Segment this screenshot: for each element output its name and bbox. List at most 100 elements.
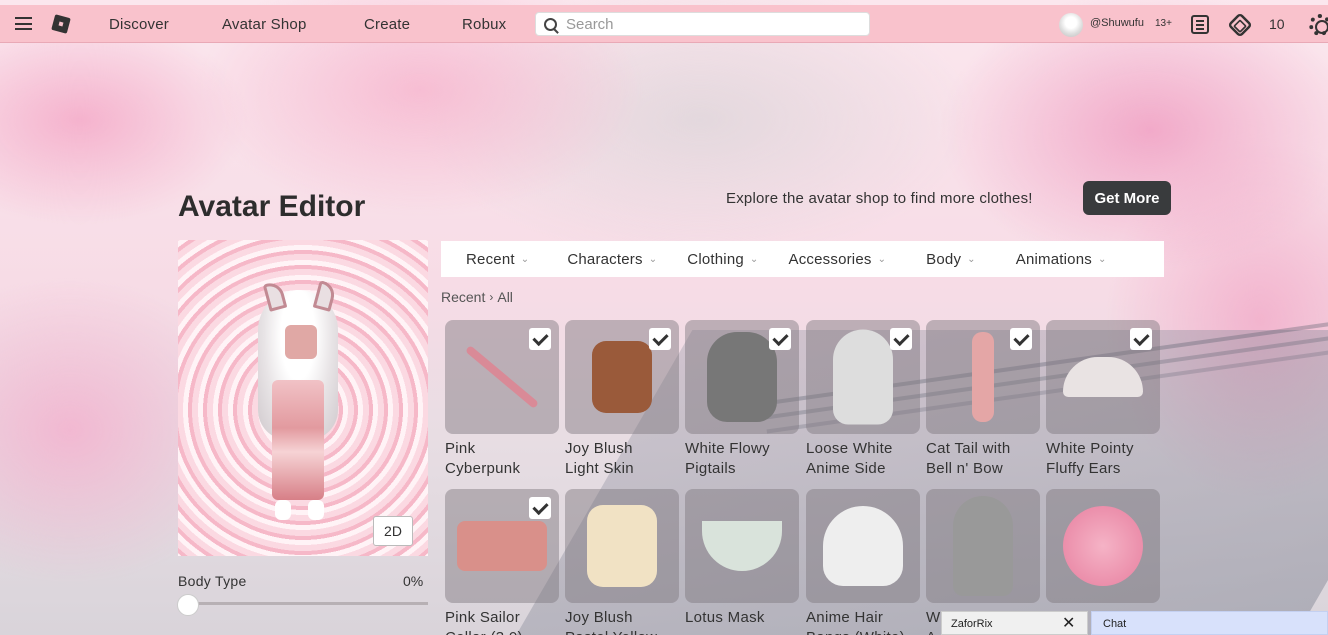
item-card[interactable] [806,489,920,603]
item-name-line: Anime Side [806,460,886,477]
item-thumbnail [592,341,652,413]
item-name-line: Collar (3.0) [445,628,557,635]
search-input[interactable]: Search [535,12,870,36]
top-navigation-bar: Discover Avatar Shop Create Robux Search… [0,5,1328,43]
item-card[interactable] [1046,489,1160,603]
item-name-line: Bell n' Bow [926,460,1004,477]
item-card[interactable] [685,489,799,603]
item-name[interactable]: Pink Sailor Collar (3.0) [445,608,557,635]
tab-characters[interactable]: Characters ⌄ [567,251,657,268]
item-name-line: Cyberpunk [445,460,521,477]
menu-icon[interactable] [15,17,32,30]
item-name-line: Pink Sailor [445,609,520,626]
body-type-slider-handle[interactable] [177,594,199,616]
item-name-line: Pink [445,440,476,457]
item-thumbnail [702,521,782,571]
tab-label: Characters [567,250,643,268]
chevron-down-icon: ⌄ [877,253,887,265]
item-card[interactable] [1046,320,1160,434]
item-thumbnail [1063,506,1143,586]
item-card[interactable] [926,489,1040,603]
item-name[interactable]: White Pointy Fluffy Ears [1046,439,1158,479]
nav-avatar-shop[interactable]: Avatar Shop [222,16,306,33]
item-card[interactable] [685,320,799,434]
chat-tab[interactable]: Chat [1091,611,1328,635]
body-type-label: Body Type [178,573,247,589]
checkmark-icon[interactable] [529,497,551,519]
tab-accessories[interactable]: Accessories ⌄ [789,251,887,268]
item-name[interactable]: Cat Tail with Bell n' Bow [926,439,1038,479]
item-thumbnail [1063,357,1143,397]
breadcrumb-parent[interactable]: Recent [441,289,485,305]
item-name-line: Fluffy Ears [1046,460,1121,477]
item-card[interactable] [926,320,1040,434]
age-badge: 13+ [1155,18,1172,29]
chevron-down-icon: ⌄ [520,253,530,265]
item-name[interactable]: Pink Cyberpunk [445,439,557,479]
gear-icon[interactable] [1309,14,1328,36]
tab-recent[interactable]: Recent ⌄ [466,251,529,268]
item-name-line: Pastel Yellow [565,628,677,635]
item-card[interactable] [806,320,920,434]
body-type-value: 0% [403,573,424,589]
item-name[interactable]: White Flowy Pigtails [685,439,797,479]
item-card[interactable] [565,320,679,434]
chat-label: Chat [1103,618,1127,630]
chevron-down-icon: ⌄ [749,253,759,265]
avatar-face [285,325,317,359]
body-type-slider-track[interactable] [178,602,428,605]
notifications-list-icon[interactable] [1191,15,1209,34]
tab-label: Accessories [788,250,872,268]
avatar-foot-right [308,500,324,520]
checkmark-icon[interactable] [529,328,551,350]
tab-clothing[interactable]: Clothing ⌄ [687,251,758,268]
robux-icon[interactable] [1227,12,1253,38]
explore-text: Explore the avatar shop to find more clo… [726,190,1033,207]
tab-animations[interactable]: Animations ⌄ [1016,251,1107,268]
tab-label: Clothing [687,250,744,268]
search-icon [544,17,557,31]
item-name[interactable]: Loose White Anime Side [806,439,918,479]
close-icon[interactable]: ✕ [1062,616,1075,632]
tab-label: Animations [1015,250,1092,268]
item-card[interactable] [445,489,559,603]
checkmark-icon[interactable] [1010,328,1032,350]
item-card[interactable] [565,489,679,603]
user-avatar[interactable] [1059,13,1083,37]
item-name-line: Anime Hair [806,609,884,626]
item-name[interactable]: Joy Blush Pastel Yellow [565,608,677,635]
username[interactable]: @Shuwufu [1090,17,1144,29]
checkmark-icon[interactable] [1130,328,1152,350]
category-tabs: Recent ⌄ Characters ⌄ Clothing ⌄ Accessorie… [441,241,1164,277]
nav-robux[interactable]: Robux [462,16,506,33]
avatar-foot-left [275,500,291,520]
item-thumbnail [833,329,893,425]
item-name-line: White Pointy [1046,440,1134,457]
breadcrumb-current: All [497,289,513,305]
get-more-button[interactable]: Get More [1083,181,1171,215]
view-2d-toggle[interactable]: 2D [373,516,413,546]
nav-create[interactable]: Create [364,16,410,33]
page-title: Avatar Editor [178,190,366,223]
checkmark-icon[interactable] [769,328,791,350]
roblox-logo-icon[interactable] [51,14,71,34]
item-thumbnail [972,332,994,422]
chevron-down-icon: ⌄ [967,253,976,265]
item-name-line: Loose White [806,440,893,457]
item-thumbnail [823,506,903,586]
item-card[interactable] [445,320,559,434]
tab-body[interactable]: Body ⌄ [926,251,976,268]
item-name[interactable]: Joy Blush Light Skin [565,439,677,479]
checkmark-icon[interactable] [649,328,671,350]
robux-balance[interactable]: 10 [1269,16,1285,32]
item-name-line: Light Skin [565,460,634,477]
item-name-line: Lotus Mask [685,609,765,626]
nav-discover[interactable]: Discover [109,16,169,33]
tab-label: Body [926,250,962,268]
item-name-line: White Flowy [685,440,770,457]
item-name[interactable]: Lotus Mask [685,608,797,635]
chat-friend-name: ZaforRix [951,618,993,630]
item-name[interactable]: Anime Hair Bangs (White) [806,608,918,635]
checkmark-icon[interactable] [890,328,912,350]
chevron-down-icon: ⌄ [1097,253,1107,265]
